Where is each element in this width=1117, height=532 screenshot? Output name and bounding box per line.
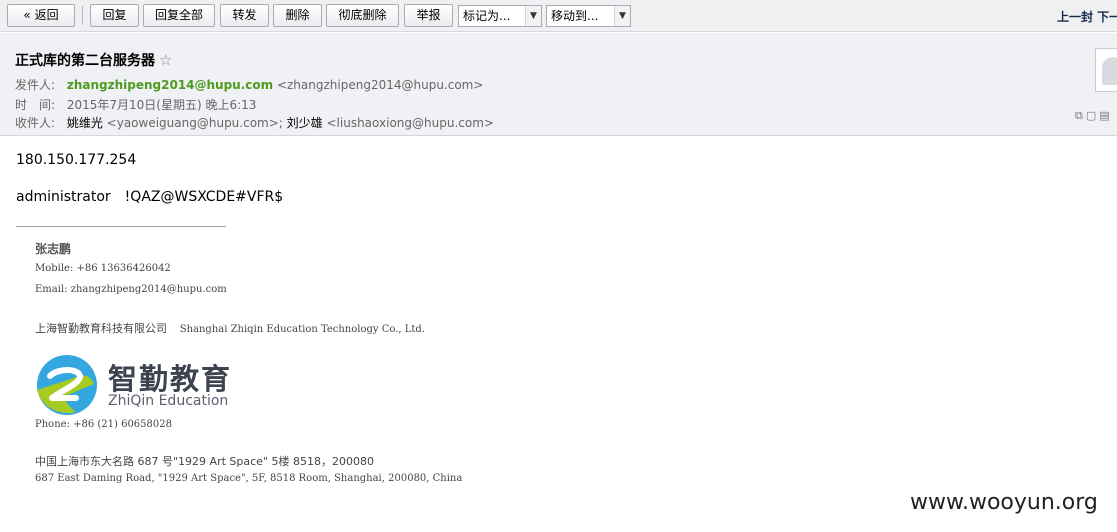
toolbar-divider [82,6,83,25]
body-ip-line: 180.150.177.254 [16,152,137,168]
move-to-select[interactable]: 移动到... ▼ [546,5,631,27]
recipients-label: 收件人: [15,116,56,130]
signature-address-cn: 中国上海市东大名路 687 号"1929 Art Space" 5楼 8518，… [35,455,374,468]
avatar-silhouette-icon [1102,57,1117,85]
signature-name: 张志鹏 [35,242,72,256]
sender-row: 发件人: zhangzhipeng2014@hupu.com <zhangzhi… [15,76,483,93]
chevron-down-icon: ▼ [614,6,630,26]
reply-all-button[interactable]: 回复全部 [143,4,215,27]
reply-button[interactable]: 回复 [90,4,139,27]
company-name-en: Shanghai Zhiqin Education Technology Co.… [179,324,425,335]
zhiqin-logo-icon [37,355,97,415]
prev-next-links[interactable]: 上一封 下一 [1057,8,1117,25]
subject-text: 正式库的第二台服务器 [15,53,155,69]
signature-mobile: Mobile: +86 13636426042 [35,263,171,274]
logo-text-en: ZhiQin Education [108,393,229,409]
time-label: 时 间: [15,98,56,112]
email-subject: 正式库的第二台服务器 ☆ [15,50,172,70]
body-credentials-line: administrator !QAZ@WSXCDE#VFR$ [16,189,284,205]
signature-address-en: 687 East Daming Road, "1929 Art Space", … [35,473,463,484]
sender-label: 发件人: [15,78,56,92]
time-row: 时 间: 2015年7月10日(星期五) 晚上6:13 [15,96,256,113]
signature-company: 上海智勤教育科技有限公司 Shanghai Zhiqin Education T… [35,320,425,336]
header-view-icons[interactable]: ⧉▢▤ [1075,109,1113,123]
sender-name[interactable]: zhangzhipeng2014@hupu.com [67,78,273,92]
watermark-text: www.wooyun.org [910,490,1098,515]
signature-divider [16,226,226,227]
logo-text-cn: 智勤教育 [108,362,233,396]
back-button[interactable]: « 返回 [7,4,75,27]
star-icon[interactable]: ☆ [159,51,172,69]
report-button[interactable]: 举报 [404,4,453,27]
mark-as-label: 标记为... [463,9,511,23]
forward-button[interactable]: 转发 [220,4,269,27]
delete-button[interactable]: 删除 [273,4,322,27]
recipient-address: <liushaoxiong@hupu.com> [326,116,494,130]
move-to-label: 移动到... [551,9,599,23]
recipients-row: 收件人: 姚维光 <yaoweiguang@hupu.com>; 刘少雄 <li… [15,114,494,131]
mark-as-select[interactable]: 标记为... ▼ [458,5,542,27]
sender-address: <zhangzhipeng2014@hupu.com> [276,78,484,92]
mail-toolbar: « 返回 回复 回复全部 转发 删除 彻底删除 举报 标记为... ▼ 移动到.… [0,0,1117,32]
delete-permanently-button[interactable]: 彻底删除 [326,4,399,27]
recipient-name[interactable]: 刘少雄 [287,116,323,130]
company-name-cn: 上海智勤教育科技有限公司 [35,322,167,335]
chevron-down-icon: ▼ [525,6,541,26]
recipient-address: <yaoweiguang@hupu.com>; [106,116,283,130]
sent-time: 2015年7月10日(星期五) 晚上6:13 [66,98,257,112]
recipient-name[interactable]: 姚维光 [67,116,103,130]
avatar [1095,48,1117,92]
signature-email: Email: zhangzhipeng2014@hupu.com [35,284,227,295]
signature-phone: Phone: +86 (21) 60658028 [35,419,172,430]
